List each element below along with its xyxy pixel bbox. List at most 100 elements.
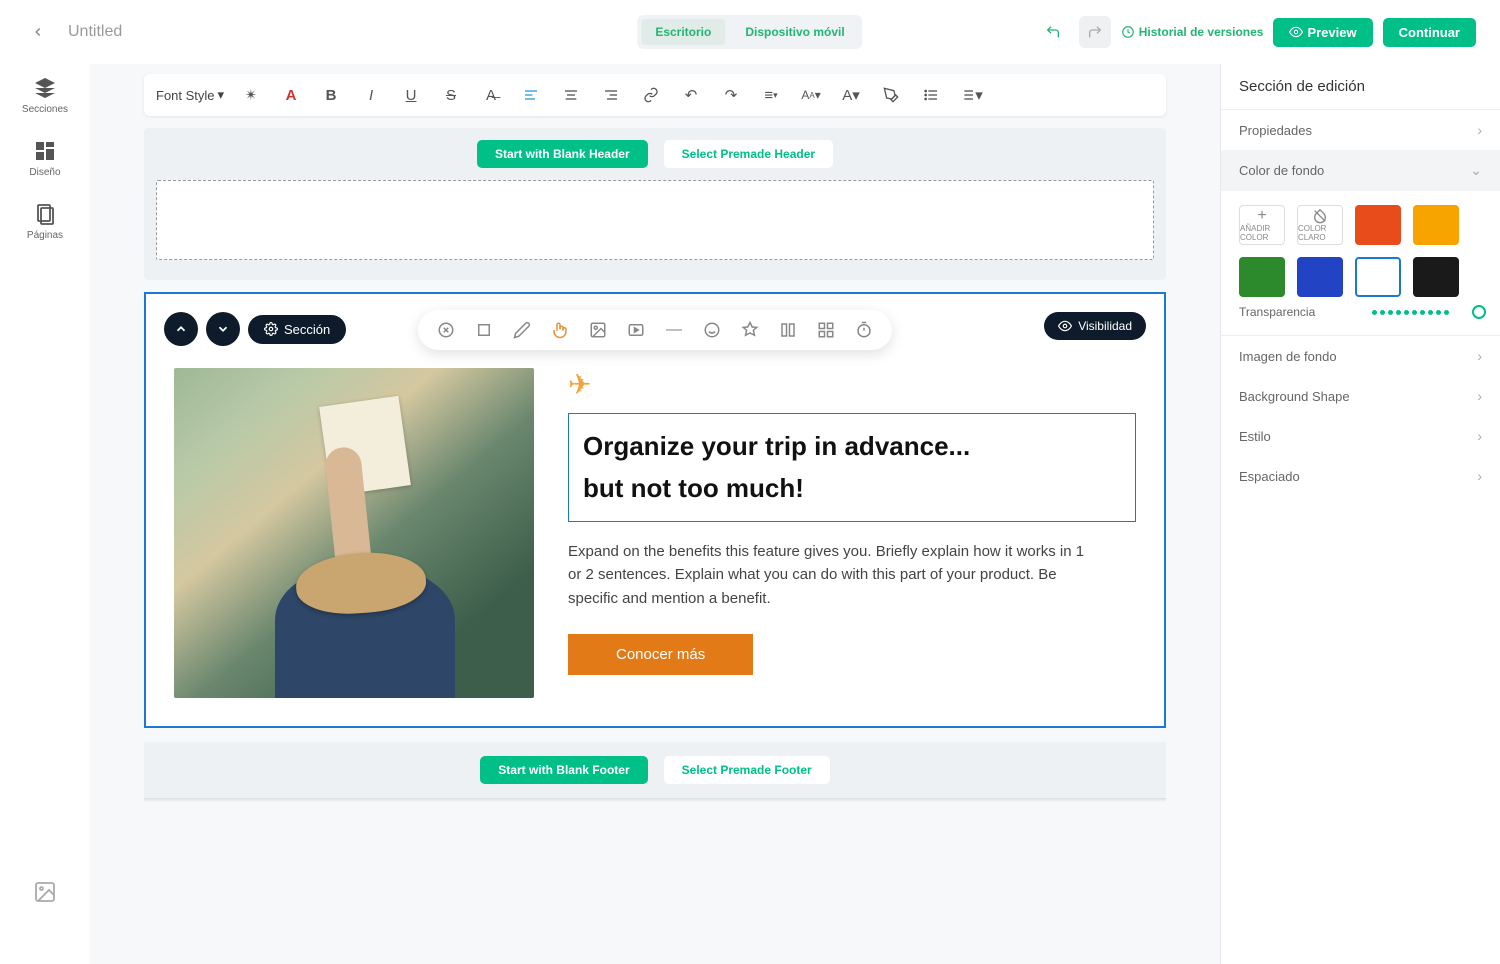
- numbered-list-button[interactable]: ▾: [958, 82, 984, 108]
- version-history-link[interactable]: Historial de versiones: [1121, 25, 1264, 39]
- image-icon: [33, 880, 57, 904]
- font-style-select[interactable]: Font Style ▾: [156, 87, 224, 103]
- preview-button[interactable]: Preview: [1273, 18, 1372, 47]
- color-swatch-white[interactable]: [1355, 257, 1401, 297]
- section-image[interactable]: [174, 368, 534, 698]
- close-element-button[interactable]: [434, 318, 458, 342]
- redo-button[interactable]: [1079, 16, 1111, 48]
- continue-button[interactable]: Continuar: [1383, 18, 1476, 47]
- font-family-icon[interactable]: ✴: [238, 82, 264, 108]
- properties-panel-title: Sección de edición: [1221, 64, 1500, 110]
- canvas-area: Font Style ▾ ✴ A B I U S A̶: [90, 64, 1220, 964]
- version-history-label: Historial de versiones: [1139, 25, 1264, 39]
- transparency-label: Transparencia: [1239, 305, 1315, 319]
- chevron-right-icon: ›: [1477, 388, 1482, 404]
- font-size-button[interactable]: AA▾: [798, 82, 824, 108]
- align-left-button[interactable]: [518, 82, 544, 108]
- bold-button[interactable]: B: [318, 82, 344, 108]
- topbar: Untitled Escritorio Dispositivo móvil Hi…: [0, 0, 1500, 64]
- undo-button[interactable]: [1037, 16, 1069, 48]
- props-bg-shape-row[interactable]: Background Shape›: [1221, 376, 1500, 416]
- clear-format-button[interactable]: A̶: [478, 82, 504, 108]
- tab-desktop[interactable]: Escritorio: [641, 19, 725, 45]
- chevron-right-icon: ›: [1477, 348, 1482, 364]
- color-picker-section: +AÑADIR COLOR COLOR CLARO Transparencia: [1221, 191, 1500, 335]
- layers-icon: [33, 76, 57, 100]
- chevron-right-icon: ›: [1477, 468, 1482, 484]
- move-down-button[interactable]: [206, 312, 240, 346]
- start-blank-header-button[interactable]: Start with Blank Header: [477, 140, 648, 168]
- transparency-slider[interactable]: [1372, 310, 1482, 315]
- rail-image-placeholder[interactable]: [33, 880, 57, 904]
- props-bg-image-row[interactable]: Imagen de fondo›: [1221, 336, 1500, 376]
- underline-button[interactable]: U: [398, 82, 424, 108]
- cta-button[interactable]: Conocer más: [568, 634, 753, 675]
- chevron-down-icon: ⌄: [1470, 162, 1482, 179]
- color-swatch-orange[interactable]: [1355, 205, 1401, 245]
- video-button[interactable]: [624, 318, 648, 342]
- color-swatch-amber[interactable]: [1413, 205, 1459, 245]
- chevron-down-icon: ▾: [218, 87, 225, 103]
- link-button[interactable]: [638, 82, 664, 108]
- highlight-button[interactable]: [878, 82, 904, 108]
- align-right-button[interactable]: [598, 82, 624, 108]
- move-up-button[interactable]: [164, 312, 198, 346]
- droplet-off-icon: [1312, 208, 1328, 224]
- color-swatch-blue[interactable]: [1297, 257, 1343, 297]
- pages-icon: [33, 202, 57, 226]
- columns-button[interactable]: [776, 318, 800, 342]
- chevron-right-icon: ›: [1477, 122, 1482, 138]
- select-premade-footer-button[interactable]: Select Premade Footer: [664, 756, 830, 784]
- color-swatch-green[interactable]: [1239, 257, 1285, 297]
- airplane-icon: ✈: [568, 368, 1136, 401]
- props-style-row[interactable]: Estilo›: [1221, 416, 1500, 456]
- document-title[interactable]: Untitled: [68, 23, 122, 41]
- visibility-button[interactable]: Visibilidad: [1044, 312, 1146, 340]
- italic-button[interactable]: I: [358, 82, 384, 108]
- color-swatch-black[interactable]: [1413, 257, 1459, 297]
- props-bg-color-row[interactable]: Color de fondo⌄: [1221, 150, 1500, 191]
- select-premade-header-button[interactable]: Select Premade Header: [664, 140, 833, 168]
- device-tabs: Escritorio Dispositivo móvil: [637, 15, 862, 49]
- rail-design[interactable]: Diseño: [29, 139, 60, 178]
- timer-button[interactable]: [852, 318, 876, 342]
- add-color-swatch[interactable]: +AÑADIR COLOR: [1239, 205, 1285, 245]
- selected-section[interactable]: Sección Visibilidad: [144, 292, 1166, 728]
- footer-zone: Start with Blank Footer Select Premade F…: [144, 742, 1166, 798]
- left-rail: Secciones Diseño Páginas: [0, 64, 90, 964]
- section-settings-button[interactable]: Sección: [248, 315, 346, 344]
- tab-mobile[interactable]: Dispositivo móvil: [731, 19, 858, 45]
- minus-button[interactable]: —: [662, 318, 686, 342]
- text-toolbar: Font Style ▾ ✴ A B I U S A̶: [144, 74, 1166, 116]
- back-button[interactable]: [24, 18, 52, 46]
- redo-text-button[interactable]: ↷: [718, 82, 744, 108]
- properties-panel: Sección de edición Propiedades› Color de…: [1220, 64, 1500, 964]
- header-dropzone[interactable]: [156, 180, 1154, 260]
- strikethrough-button[interactable]: S: [438, 82, 464, 108]
- pin-button[interactable]: [738, 318, 762, 342]
- start-blank-footer-button[interactable]: Start with Blank Footer: [480, 756, 647, 784]
- grid-button[interactable]: [814, 318, 838, 342]
- text-transform-button[interactable]: A▾: [838, 82, 864, 108]
- header-zone: Start with Blank Header Select Premade H…: [144, 128, 1166, 280]
- tap-icon[interactable]: [548, 318, 572, 342]
- element-toolbar: —: [418, 310, 892, 350]
- crop-button[interactable]: [472, 318, 496, 342]
- props-properties-row[interactable]: Propiedades›: [1221, 110, 1500, 150]
- rail-pages[interactable]: Páginas: [27, 202, 63, 241]
- align-center-button[interactable]: [558, 82, 584, 108]
- image-button[interactable]: [586, 318, 610, 342]
- heading-text-block[interactable]: Organize your trip in advance...but not …: [568, 413, 1136, 522]
- clear-color-swatch[interactable]: COLOR CLARO: [1297, 205, 1343, 245]
- undo-text-button[interactable]: ↶: [678, 82, 704, 108]
- edit-pencil-button[interactable]: [510, 318, 534, 342]
- rail-sections[interactable]: Secciones: [22, 76, 68, 115]
- emoji-button[interactable]: [700, 318, 724, 342]
- line-height-button[interactable]: ≡▾: [758, 82, 784, 108]
- props-spacing-row[interactable]: Espaciado›: [1221, 456, 1500, 496]
- gear-icon: [264, 322, 278, 336]
- font-color-icon[interactable]: A: [278, 82, 304, 108]
- body-text-block[interactable]: Expand on the benefits this feature give…: [568, 540, 1088, 610]
- bullet-list-button[interactable]: [918, 82, 944, 108]
- chevron-right-icon: ›: [1477, 428, 1482, 444]
